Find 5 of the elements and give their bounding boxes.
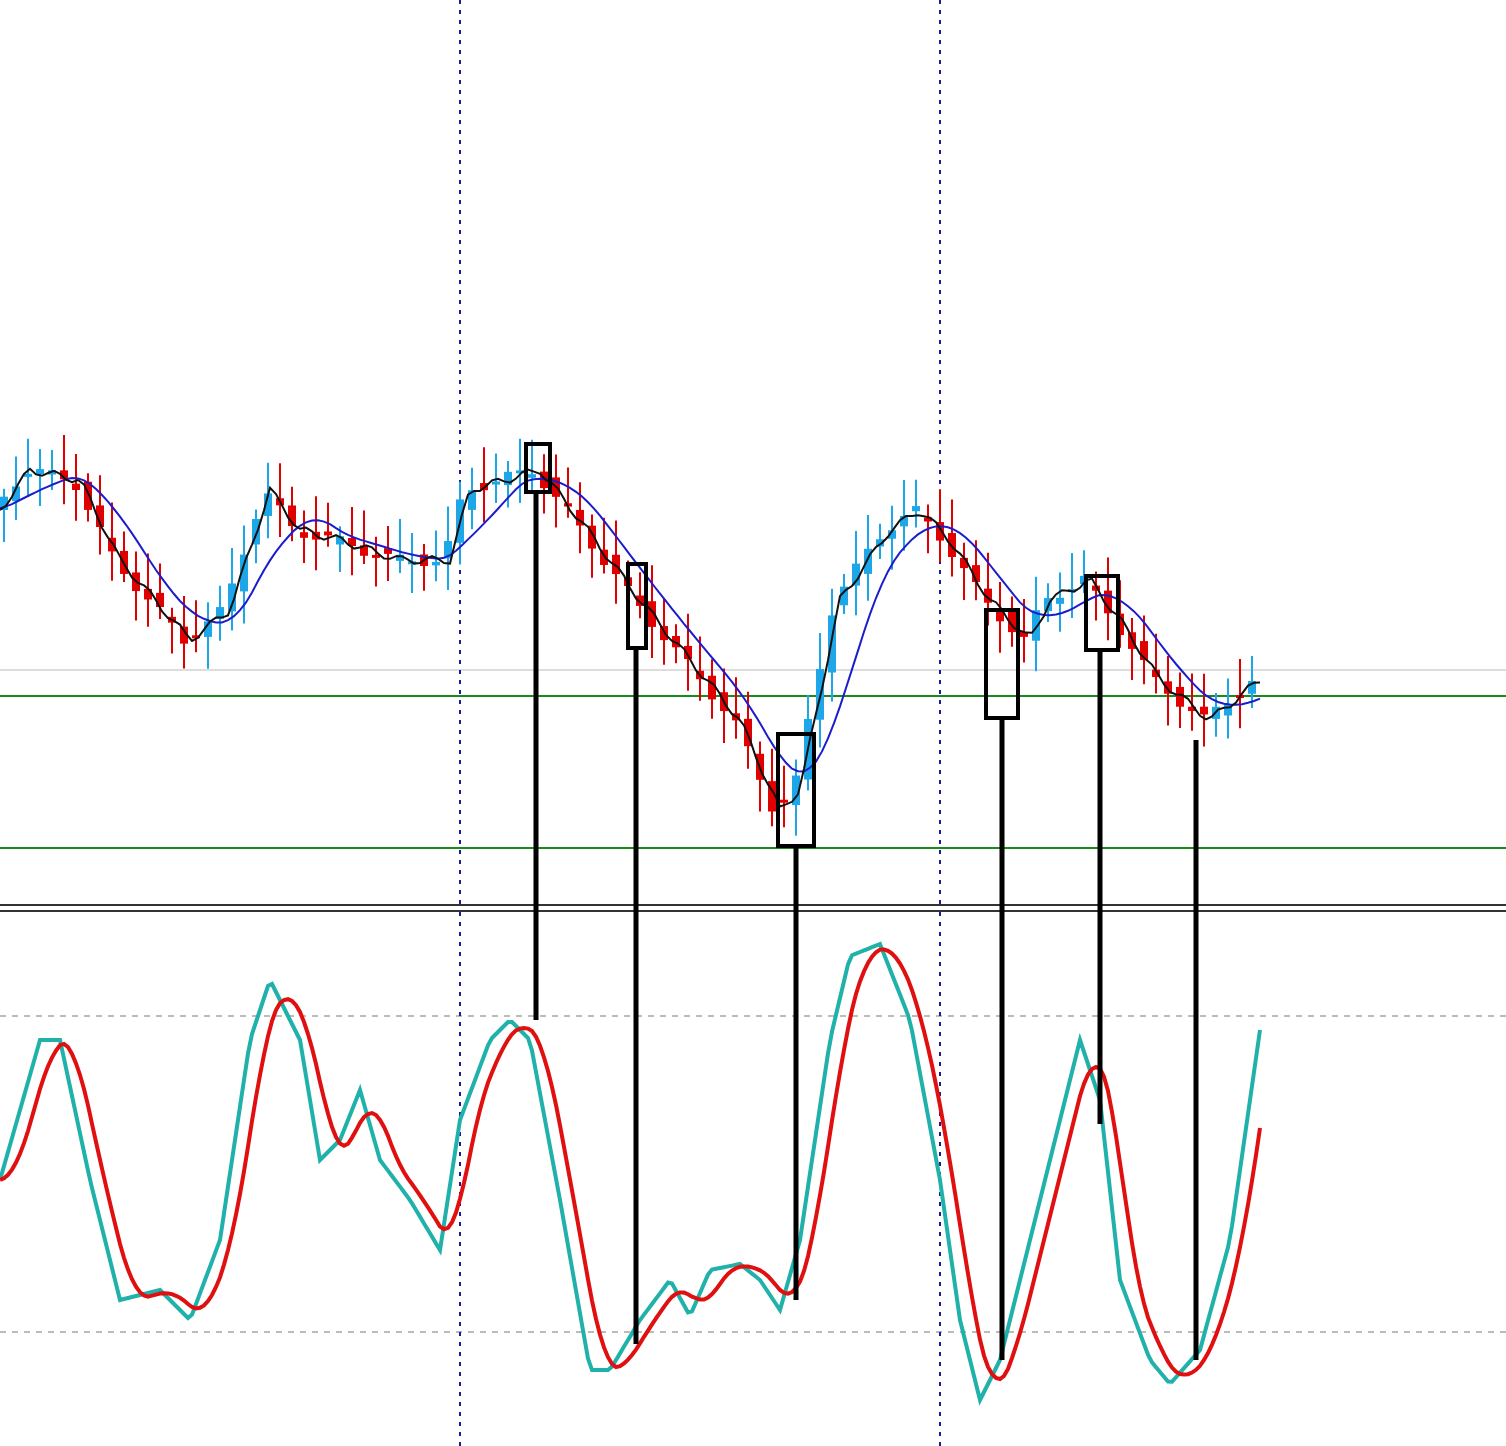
marker-rectangle [1084, 574, 1120, 652]
marker-rectangle [776, 732, 816, 848]
marker-rectangle [524, 442, 552, 494]
marker-rectangle [984, 608, 1020, 720]
marker-rectangle [626, 562, 648, 650]
